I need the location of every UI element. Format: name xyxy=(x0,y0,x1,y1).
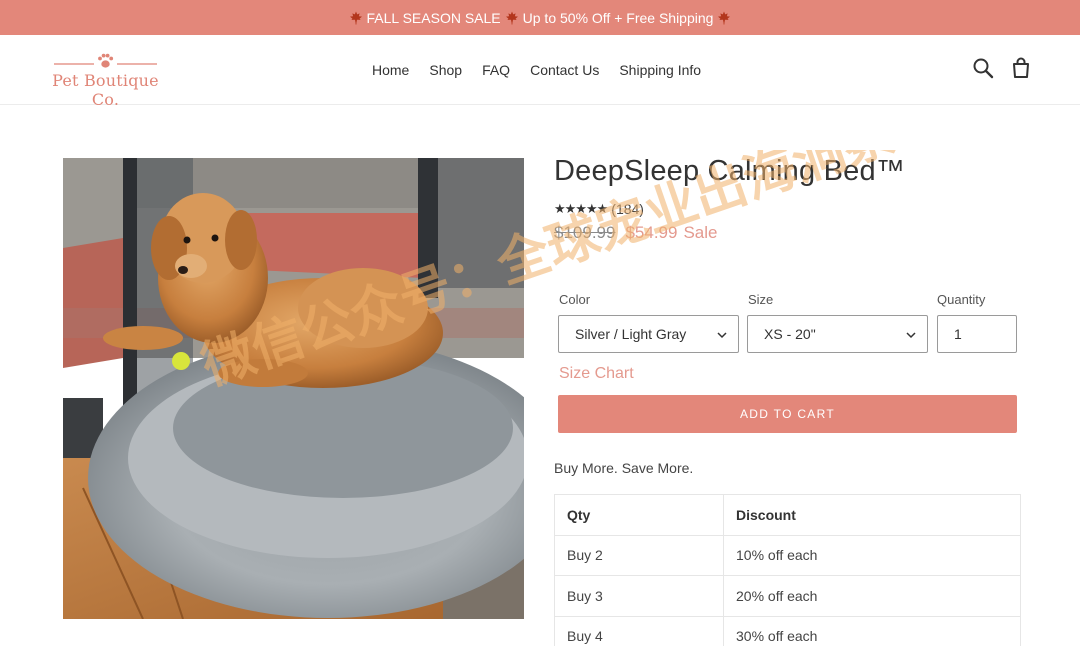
table-header-row: Qty Discount xyxy=(554,494,1021,536)
table-cell-discount: 30% off each xyxy=(723,615,1021,646)
original-price: $109.99 xyxy=(554,223,616,242)
quantity-input[interactable]: 1 xyxy=(937,315,1017,353)
chevron-down-icon xyxy=(906,332,916,339)
quantity-value: 1 xyxy=(954,326,962,342)
maple-leaf-icon xyxy=(717,11,731,25)
table-row: Buy 3 20% off each xyxy=(554,575,1021,617)
nav-home[interactable]: Home xyxy=(361,62,419,78)
product-rating[interactable]: ★★★★★ (184) xyxy=(554,201,644,217)
logo[interactable]: Pet Boutique Co. xyxy=(38,49,173,109)
nav-shipping-info[interactable]: Shipping Info xyxy=(609,62,711,78)
review-count: (184) xyxy=(611,201,644,217)
table-row: Buy 2 10% off each xyxy=(554,534,1021,576)
announcement-bar: FALL SEASON SALE Up to 50% Off + Free Sh… xyxy=(0,0,1080,35)
nav-faq[interactable]: FAQ xyxy=(472,62,520,78)
announcement-sale-text: FALL SEASON SALE xyxy=(366,9,501,26)
color-select-value: Silver / Light Gray xyxy=(575,326,687,342)
table-row: Buy 4 30% off each xyxy=(554,615,1021,646)
product-title: DeepSleep Calming Bed™ xyxy=(554,155,905,187)
color-label: Color xyxy=(559,292,591,307)
product-image[interactable] xyxy=(63,158,524,619)
size-chart-link[interactable]: Size Chart xyxy=(559,365,634,383)
color-select[interactable]: Silver / Light Gray xyxy=(558,315,739,353)
star-rating-icon: ★★★★★ xyxy=(554,201,608,216)
table-cell-qty: Buy 3 xyxy=(554,575,724,617)
chevron-down-icon xyxy=(717,332,727,339)
price-block: $109.99 $54.99 Sale xyxy=(554,223,717,243)
nav-contact-us[interactable]: Contact Us xyxy=(520,62,609,78)
table-cell-discount: 10% off each xyxy=(723,534,1021,576)
discount-table: Qty Discount Buy 2 10% off each Buy 3 20… xyxy=(554,494,1021,646)
quantity-label: Quantity xyxy=(937,292,986,307)
table-cell-qty: Buy 4 xyxy=(554,615,724,646)
bulk-discount-title: Buy More. Save More. xyxy=(554,460,694,476)
table-cell-qty: Buy 2 xyxy=(554,534,724,576)
cart-icon[interactable] xyxy=(1010,57,1032,79)
paw-icon xyxy=(54,53,157,68)
nav-shop[interactable]: Shop xyxy=(419,62,472,78)
table-header-qty: Qty xyxy=(554,494,724,536)
size-label: Size xyxy=(748,292,774,307)
size-select-value: XS - 20" xyxy=(764,326,816,342)
main-nav: Home Shop FAQ Contact Us Shipping Info xyxy=(361,35,711,105)
header-actions xyxy=(972,57,1032,79)
table-header-discount: Discount xyxy=(723,494,1021,536)
site-header: Pet Boutique Co. Home Shop FAQ Contact U… xyxy=(0,35,1080,109)
maple-leaf-icon xyxy=(349,11,363,25)
maple-leaf-icon xyxy=(505,11,519,25)
announcement-offer-text: Up to 50% Off + Free Shipping xyxy=(522,9,714,26)
sale-label: Sale xyxy=(683,223,718,242)
logo-text: Pet Boutique Co. xyxy=(52,71,159,109)
sale-price: $54.99 xyxy=(625,223,678,242)
search-icon[interactable] xyxy=(972,57,994,79)
table-cell-discount: 20% off each xyxy=(723,575,1021,617)
add-to-cart-button[interactable]: ADD TO CART xyxy=(558,395,1017,433)
size-select[interactable]: XS - 20" xyxy=(747,315,928,353)
